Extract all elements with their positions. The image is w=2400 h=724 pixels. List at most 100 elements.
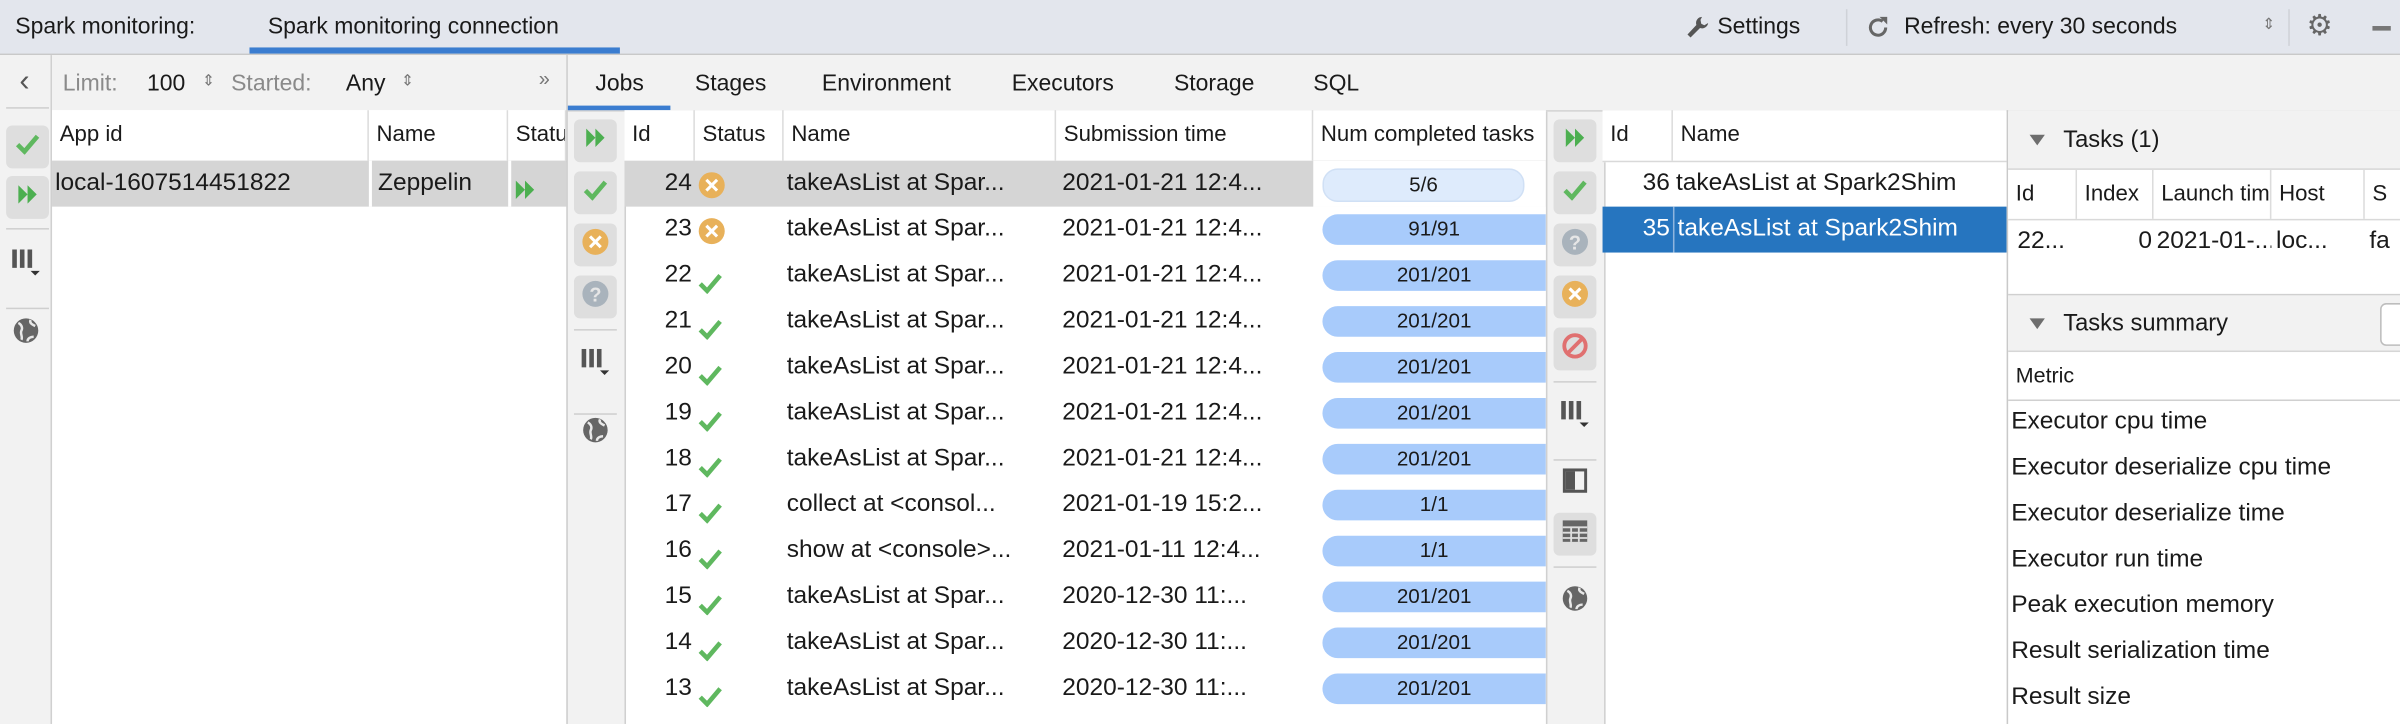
job-id: 20: [664, 353, 692, 380]
metric-row[interactable]: Executor deserialize time: [2011, 493, 2285, 539]
check-icon: [15, 133, 40, 161]
job-row[interactable]: 24 takeAsList at Spar... 2021-01-21 12:4..…: [624, 160, 1546, 207]
table-view-button[interactable]: [1553, 512, 1597, 556]
globe-icon[interactable]: [582, 416, 610, 444]
job-progress: 201/201: [1313, 436, 1546, 483]
back-chevron-icon[interactable]: ‹: [12, 64, 36, 98]
running-icon: [1564, 127, 1585, 155]
column-id[interactable]: Id: [624, 110, 695, 161]
columns-icon[interactable]: [11, 246, 42, 277]
task-row[interactable]: 22... 0 2021-01-... loc... fa: [2008, 219, 2400, 265]
column-num-completed-tasks[interactable]: Num completed tasks: [1313, 110, 1546, 161]
started-select[interactable]: Any: [346, 70, 386, 96]
gear-icon[interactable]: ⚙: [2307, 9, 2333, 44]
metric-row[interactable]: Peak execution memory: [2011, 585, 2274, 631]
metric-row[interactable]: Executor deserialize cpu time: [2011, 447, 2331, 493]
column-host[interactable]: Host: [2271, 169, 2365, 219]
select-arrows-icon: ⇕: [401, 73, 414, 91]
filter-skipped-button[interactable]: [1553, 327, 1597, 371]
filter-running-button[interactable]: [573, 119, 617, 163]
job-row[interactable]: 16 show at <console>... 2021-01-11 12:4...…: [624, 528, 1546, 574]
apps-filter-bar: Limit: 100 ⇕ Started: Any ⇕ »: [52, 55, 567, 111]
filter-succeeded-button[interactable]: [1553, 171, 1597, 215]
job-row[interactable]: 17 collect at <consol... 2021-01-19 15:2..…: [624, 482, 1546, 529]
tasks-section-header[interactable]: Tasks (1): [2008, 110, 2400, 170]
filter-failed-button[interactable]: [1553, 275, 1597, 319]
job-name: takeAsList at Spar...: [786, 261, 1005, 288]
job-submission-time: 2021-01-21 12:4...: [1062, 353, 1263, 380]
column-s[interactable]: S: [2365, 170, 2400, 219]
filter-unknown-button[interactable]: ?: [1553, 223, 1597, 267]
job-row[interactable]: 23 takeAsList at Spar... 2021-01-21 12:4..…: [624, 206, 1546, 253]
job-row[interactable]: 22 takeAsList at Spar... 2021-01-21 12:4..…: [624, 252, 1546, 299]
metric-row[interactable]: Result serialization time: [2011, 631, 2270, 677]
svg-text:?: ?: [589, 285, 601, 307]
filter-succeeded-button[interactable]: [6, 125, 49, 169]
columns-icon[interactable]: [1560, 398, 1591, 429]
column-id[interactable]: Id: [1603, 110, 1673, 161]
minimize-icon[interactable]: [2372, 26, 2391, 31]
filter-failed-button[interactable]: [573, 223, 617, 267]
progress-bar: 201/201: [1322, 306, 1546, 337]
globe-icon[interactable]: [12, 317, 40, 345]
metric-row[interactable]: Result size: [2011, 677, 2131, 723]
tab-jobs[interactable]: Jobs: [595, 70, 644, 96]
column-index[interactable]: Index: [2077, 169, 2154, 219]
filter-succeeded-button[interactable]: [573, 171, 617, 215]
stage-name: takeAsList at Spark2Shim: [1676, 169, 1957, 196]
metric-row[interactable]: Executor cpu time: [2011, 401, 2207, 447]
tab-stages[interactable]: Stages: [695, 70, 766, 96]
summary-metrics: Executor cpu time Executor deserialize cp…: [2008, 401, 2400, 724]
column-status[interactable]: Status: [508, 110, 567, 161]
failed-icon: [698, 216, 726, 253]
column-name[interactable]: Name: [784, 110, 1057, 161]
stage-row[interactable]: 35 takeAsList at Spark2Shim: [1602, 206, 2007, 253]
job-row[interactable]: 13 takeAsList at Spar... 2020-12-30 11:...…: [624, 665, 1546, 712]
columns-icon[interactable]: [580, 346, 611, 377]
column-app-id[interactable]: App id: [52, 110, 369, 161]
side-panel-icon[interactable]: [1561, 467, 1589, 495]
column-metric[interactable]: Metric: [2016, 363, 2074, 387]
tab-storage[interactable]: Storage: [1174, 70, 1254, 96]
settings-button[interactable]: Settings: [1717, 14, 1800, 40]
globe-icon[interactable]: [1561, 585, 1589, 613]
running-icon: [17, 184, 38, 212]
app-row[interactable]: local-1607514451822 Zeppelin: [52, 160, 567, 207]
summary-option-button[interactable]: [2380, 303, 2400, 346]
tab-spark-monitoring-connection[interactable]: Spark monitoring connection: [268, 14, 559, 40]
check-icon: [698, 357, 722, 391]
job-row[interactable]: 21 takeAsList at Spar... 2021-01-21 12:4..…: [624, 298, 1546, 345]
metric-row[interactable]: Executor run time: [2011, 539, 2203, 585]
filter-running-button[interactable]: [1553, 119, 1597, 163]
started-label: Started:: [231, 70, 312, 97]
column-name[interactable]: Name: [369, 110, 509, 161]
job-row[interactable]: 14 takeAsList at Spar... 2020-12-30 11:...…: [624, 619, 1546, 666]
tab-sql[interactable]: SQL: [1313, 70, 1359, 96]
tasks-summary-header[interactable]: Tasks summary: [2008, 295, 2400, 353]
tab-environment[interactable]: Environment: [822, 70, 951, 96]
stage-row[interactable]: 36 takeAsList at Spark2Shim: [1603, 161, 2007, 207]
job-row[interactable]: 15 takeAsList at Spar... 2020-12-30 11:...…: [624, 573, 1546, 620]
job-row[interactable]: 18 takeAsList at Spar... 2021-01-21 12:4..…: [624, 436, 1546, 483]
job-row[interactable]: 20 takeAsList at Spar... 2021-01-21 12:4..…: [624, 344, 1546, 391]
column-launch-time[interactable]: Launch time: [2154, 169, 2272, 219]
job-progress: 5/6: [1313, 160, 1546, 207]
job-progress: 201/201: [1313, 619, 1546, 666]
refresh-interval-select[interactable]: Refresh: every 30 seconds: [1904, 14, 2177, 40]
limit-label: Limit:: [62, 70, 118, 97]
column-submission-time[interactable]: Submission time: [1056, 110, 1314, 161]
column-name[interactable]: Name: [1673, 110, 2007, 161]
job-row[interactable]: 19 takeAsList at Spar... 2021-01-21 12:4..…: [624, 390, 1546, 437]
job-status: [695, 298, 784, 344]
job-submission-time: 2021-01-11 12:4...: [1062, 537, 1261, 564]
column-id[interactable]: Id: [2008, 169, 2078, 219]
jobs-table-body: 24 takeAsList at Spar... 2021-01-21 12:4..…: [624, 160, 1546, 724]
limit-select[interactable]: 100: [147, 70, 185, 96]
wrench-icon: [1684, 14, 1712, 42]
tab-executors[interactable]: Executors: [1012, 70, 1114, 96]
job-status: [695, 574, 784, 620]
filter-running-button[interactable]: [6, 176, 49, 219]
more-filters-button[interactable]: »: [539, 67, 550, 90]
column-status[interactable]: Status: [695, 110, 784, 161]
filter-unknown-button[interactable]: ?: [573, 275, 617, 319]
